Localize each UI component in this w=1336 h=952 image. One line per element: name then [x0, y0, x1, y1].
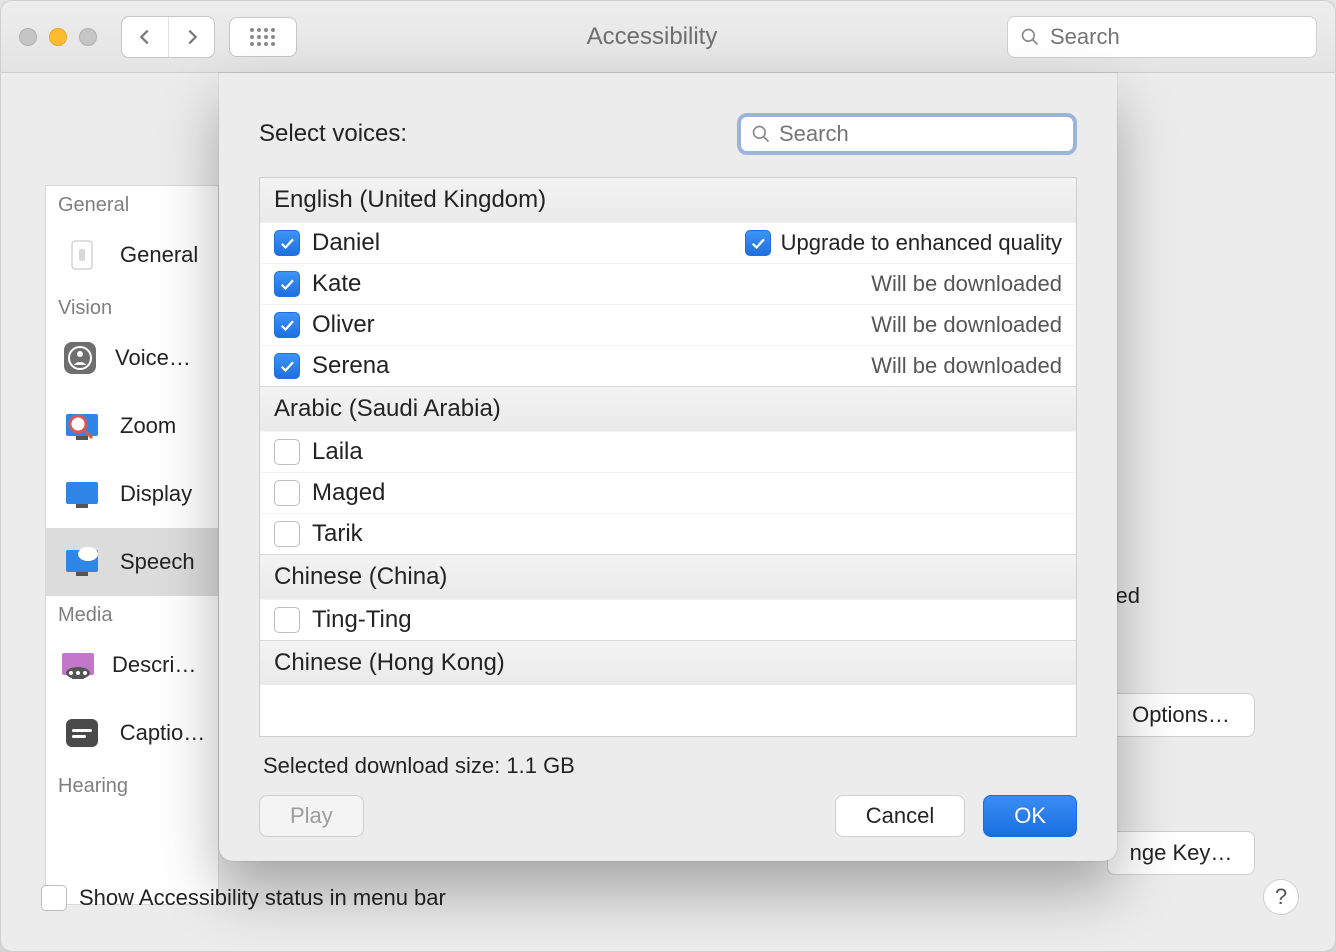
- voice-name: Daniel: [312, 229, 380, 257]
- footer-row: Show Accessibility status in menu bar: [41, 885, 446, 911]
- sidebar-item-label: VoiceOver: [115, 345, 206, 371]
- sheet-header: Select voices:: [259, 113, 1077, 155]
- voice-row[interactable]: Kate Will be downloaded: [260, 263, 1076, 304]
- titlebar: Accessibility: [1, 1, 1335, 73]
- category-sidebar[interactable]: General General Vision VoiceOver Zoom Display…: [45, 185, 219, 905]
- show-all-button[interactable]: [229, 17, 297, 57]
- sidebar-group-label: General: [46, 186, 218, 221]
- voice-checkbox[interactable]: [274, 607, 300, 633]
- sidebar-group-label: Media: [46, 596, 218, 631]
- sidebar-item-general[interactable]: General: [46, 221, 218, 289]
- voice-checkbox[interactable]: [274, 521, 300, 547]
- voice-row[interactable]: Laila: [260, 431, 1076, 472]
- voice-checkbox[interactable]: [274, 312, 300, 338]
- sheet-title: Select voices:: [259, 120, 407, 148]
- voice-section-header: Arabic (Saudi Arabia): [260, 386, 1076, 431]
- change-key-button[interactable]: nge Key…: [1107, 831, 1255, 875]
- window-minimize[interactable]: [49, 28, 67, 46]
- voice-name: Laila: [312, 438, 363, 466]
- descriptions-icon: [58, 641, 98, 689]
- general-icon: [58, 231, 106, 279]
- prefs-window: Accessibility General General Vision VoiceO…: [0, 0, 1336, 952]
- voice-row[interactable]: Ting-Ting: [260, 599, 1076, 640]
- sidebar-item-label: General: [120, 242, 198, 268]
- speech-icon: [58, 538, 106, 586]
- upgrade-checkbox[interactable]: [745, 230, 771, 256]
- options-button[interactable]: Options…: [1107, 693, 1255, 737]
- voice-row[interactable]: Serena Will be downloaded: [260, 345, 1076, 386]
- voice-row[interactable]: Daniel Upgrade to enhanced quality: [260, 222, 1076, 263]
- voice-row[interactable]: Oliver Will be downloaded: [260, 304, 1076, 345]
- captions-icon: [58, 709, 106, 757]
- show-status-checkbox[interactable]: [41, 885, 67, 911]
- nav-back[interactable]: [122, 17, 168, 57]
- sidebar-item-descriptions[interactable]: Descriptions: [46, 631, 218, 699]
- upgrade-label: Upgrade to enhanced quality: [781, 230, 1062, 256]
- sidebar-item-label: Captions: [120, 720, 206, 746]
- voice-section-header: Chinese (Hong Kong): [260, 640, 1076, 685]
- search-icon: [1020, 27, 1040, 47]
- traffic-lights: [19, 28, 97, 46]
- zoom-icon: [58, 402, 106, 450]
- voiceover-icon: [58, 334, 101, 382]
- voice-name: Maged: [312, 479, 385, 507]
- sidebar-item-captions[interactable]: Captions: [46, 699, 218, 767]
- sidebar-item-label: Zoom: [120, 413, 176, 439]
- titlebar-search-input[interactable]: [1050, 24, 1304, 50]
- voice-name: Tarik: [312, 520, 363, 548]
- sidebar-item-display[interactable]: Display: [46, 460, 218, 528]
- ok-button[interactable]: OK: [983, 795, 1077, 837]
- voice-section-header: English (United Kingdom): [260, 178, 1076, 222]
- nav-back-forward: [121, 16, 215, 58]
- download-status: Will be downloaded: [871, 353, 1062, 379]
- sidebar-item-zoom[interactable]: Zoom: [46, 392, 218, 460]
- voice-section-header: Chinese (China): [260, 554, 1076, 599]
- voice-checkbox[interactable]: [274, 271, 300, 297]
- voices-sheet: Select voices: English (United Kingdom)D…: [219, 73, 1117, 861]
- sidebar-item-label: Descriptions: [112, 652, 206, 678]
- window-title: Accessibility: [297, 23, 1007, 51]
- window-zoom[interactable]: [79, 28, 97, 46]
- titlebar-search[interactable]: [1007, 16, 1317, 58]
- voice-checkbox[interactable]: [274, 230, 300, 256]
- voice-checkbox[interactable]: [274, 439, 300, 465]
- voice-checkbox[interactable]: [274, 480, 300, 506]
- voice-checkbox[interactable]: [274, 353, 300, 379]
- sheet-buttons: Play Cancel OK: [259, 795, 1077, 837]
- bg-need-text: need: [1091, 583, 1271, 609]
- sidebar-group-label: Hearing: [46, 767, 218, 802]
- sidebar-item-speech[interactable]: Speech: [46, 528, 218, 596]
- download-size-row: Selected download size: 1.1 GB: [259, 737, 1077, 795]
- sidebar-item-label: Speech: [120, 549, 195, 575]
- download-status: Will be downloaded: [871, 312, 1062, 338]
- download-status: Will be downloaded: [871, 271, 1062, 297]
- display-icon: [58, 470, 106, 518]
- download-size-label: Selected download size: 1.1 GB: [263, 753, 575, 779]
- sidebar-item-label: Display: [120, 481, 192, 507]
- voice-name: Kate: [312, 270, 361, 298]
- voice-name: Oliver: [312, 311, 375, 339]
- sidebar-group-label: Vision: [46, 289, 218, 324]
- search-icon: [751, 124, 771, 144]
- help-button[interactable]: ?: [1263, 879, 1299, 915]
- sheet-search-input[interactable]: [779, 121, 1063, 147]
- voice-name: Ting-Ting: [312, 606, 412, 634]
- voice-name: Serena: [312, 352, 389, 380]
- voice-list[interactable]: English (United Kingdom) Daniel Upgrade to…: [259, 177, 1077, 737]
- play-button[interactable]: Play: [259, 795, 364, 837]
- sidebar-item-voiceover[interactable]: VoiceOver: [46, 324, 218, 392]
- show-status-label: Show Accessibility status in menu bar: [79, 885, 446, 911]
- sheet-search[interactable]: [737, 113, 1077, 155]
- voice-row[interactable]: Tarik: [260, 513, 1076, 554]
- voice-row[interactable]: Maged: [260, 472, 1076, 513]
- window-close[interactable]: [19, 28, 37, 46]
- nav-forward[interactable]: [168, 17, 214, 57]
- cancel-button[interactable]: Cancel: [835, 795, 965, 837]
